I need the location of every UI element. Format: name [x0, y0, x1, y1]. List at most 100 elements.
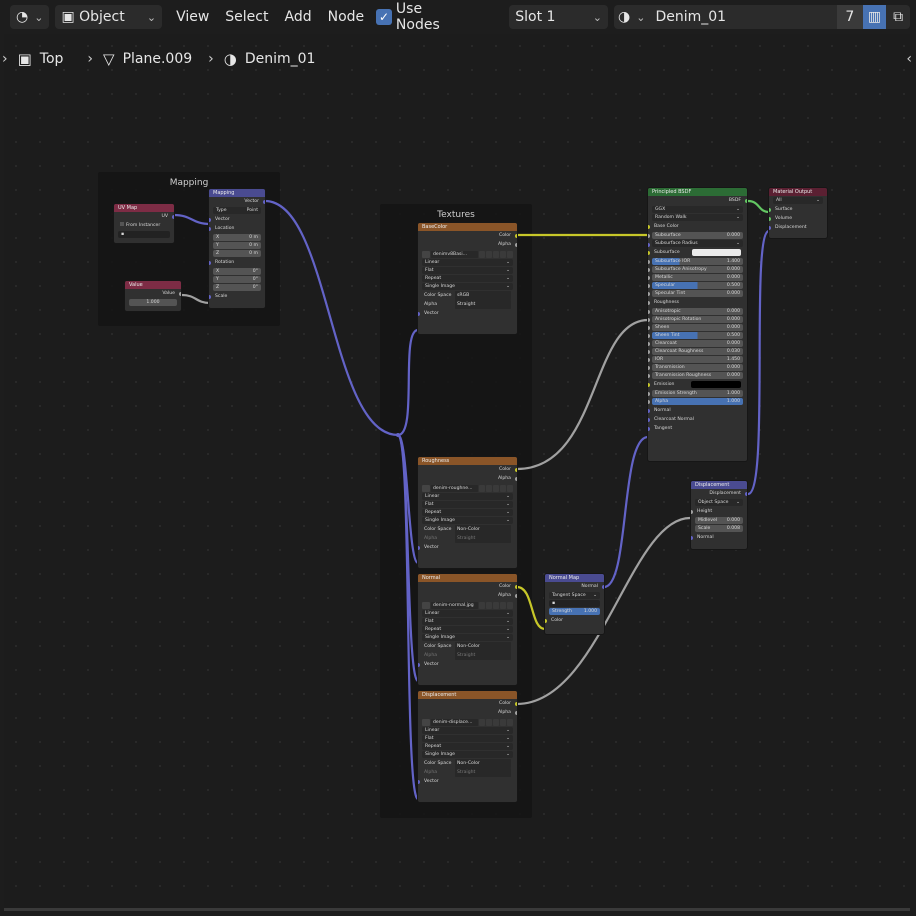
image-selector[interactable]: denim-displace... — [422, 718, 513, 726]
uv-map-field[interactable]: ▪ — [118, 231, 170, 238]
output-socket[interactable] — [515, 242, 517, 247]
projection-dropdown[interactable]: Flat ⌄ — [422, 501, 513, 508]
image-filename[interactable]: denim-normal.jpg — [431, 601, 478, 609]
image-browse-icon[interactable] — [422, 718, 430, 726]
output-socket[interactable] — [515, 467, 517, 472]
displacement-texture-node[interactable]: Displacement Color Alpha denim-displace.… — [417, 690, 518, 803]
alpha-mode-row[interactable]: Alpha Straight — [418, 768, 517, 777]
material-output-node[interactable]: Material Output All ⌄ Surface Volume Disp… — [768, 187, 828, 239]
target-dropdown[interactable]: All ⌄ — [773, 197, 823, 204]
input-socket[interactable] — [648, 233, 650, 238]
subsurface-method-dropdown[interactable]: Random Walk ⌄ — [652, 214, 743, 221]
output-socket[interactable] — [179, 291, 181, 296]
fake-user-icon[interactable] — [486, 250, 492, 258]
uv-map-field[interactable]: ▪ — [549, 600, 600, 607]
close-icon[interactable] — [507, 484, 513, 492]
value-field[interactable]: 1.000 — [129, 299, 177, 306]
midlevel-field[interactable]: Midlevel 0.000 — [695, 517, 743, 524]
image-filename[interactable]: denim-roughne... — [431, 484, 478, 492]
projection-dropdown[interactable]: Flat ⌄ — [422, 267, 513, 274]
input-socket[interactable] — [648, 275, 650, 280]
image-selector[interactable]: denimv8Basi... — [422, 250, 513, 258]
colorspace-value[interactable]: Non-Color — [455, 759, 511, 768]
alpha-mode-value[interactable]: Straight — [455, 651, 511, 660]
colorspace-value[interactable]: Non-Color — [455, 642, 511, 651]
principled-bsdf-node[interactable]: Principled BSDF BSDF GGX ⌄ Random Walk ⌄ B… — [647, 187, 748, 462]
alpha-mode-row[interactable]: Alpha Straight — [418, 651, 517, 660]
output-socket[interactable] — [263, 199, 265, 204]
space-dropdown[interactable]: Object Space ⌄ — [695, 499, 743, 506]
bsdf-input-4[interactable]: Subsurface IOR 1.400 — [648, 258, 743, 265]
input-socket[interactable] — [648, 300, 650, 305]
input-socket[interactable] — [648, 357, 650, 362]
rotation-z[interactable]: Z 0° — [213, 284, 261, 291]
source-dropdown[interactable]: Single Image ⌄ — [422, 751, 513, 758]
checkbox-icon[interactable] — [120, 222, 124, 226]
colorspace-row[interactable]: Color Space Non-Color — [418, 525, 517, 534]
open-folder-icon[interactable] — [500, 484, 506, 492]
image-browse-icon[interactable] — [422, 601, 430, 609]
user-count-icon[interactable] — [479, 601, 485, 609]
colorspace-row[interactable]: Color Space sRGB — [418, 291, 517, 300]
displacement-node[interactable]: Displacement Displacement Object Space ⌄ … — [690, 480, 748, 550]
location-y[interactable]: Y 0 m — [213, 242, 261, 249]
bsdf-input-18[interactable]: Transmission Roughness 0.000 — [648, 372, 743, 379]
space-dropdown[interactable]: Tangent Space ⌄ — [549, 592, 600, 599]
mapping-type-dropdown[interactable]: Type Point — [213, 207, 261, 214]
uv-map-node[interactable]: UV Map UV From Instancer ▪ — [113, 203, 175, 244]
fake-user-icon[interactable] — [486, 601, 492, 609]
input-socket[interactable] — [648, 349, 650, 354]
input-socket[interactable] — [648, 291, 650, 296]
colorspace-value[interactable]: Non-Color — [455, 525, 511, 534]
close-icon[interactable] — [507, 250, 513, 258]
input-socket[interactable] — [648, 283, 650, 288]
colorspace-row[interactable]: Color Space Non-Color — [418, 759, 517, 768]
user-count-icon[interactable] — [479, 250, 485, 258]
rotation-y[interactable]: Y 0° — [213, 276, 261, 283]
output-socket[interactable] — [515, 593, 517, 598]
output-socket[interactable] — [172, 214, 174, 219]
output-socket[interactable] — [745, 198, 747, 203]
input-socket[interactable] — [648, 309, 650, 314]
bsdf-input-12[interactable]: Sheen 0.000 — [648, 324, 743, 331]
input-socket[interactable] — [545, 618, 547, 623]
open-folder-icon[interactable] — [500, 250, 506, 258]
projection-dropdown[interactable]: Flat ⌄ — [422, 735, 513, 742]
strength-field[interactable]: Strength 1.000 — [549, 608, 600, 615]
input-socket[interactable] — [648, 242, 650, 247]
input-socket[interactable] — [648, 408, 650, 413]
bsdf-input-10[interactable]: Anisotropic 0.000 — [648, 308, 743, 315]
source-dropdown[interactable]: Single Image ⌄ — [422, 517, 513, 524]
colorspace-row[interactable]: Color Space Non-Color — [418, 642, 517, 651]
input-socket[interactable] — [418, 311, 420, 316]
roughness-texture-node[interactable]: Roughness Color Alpha denim-roughne... L… — [417, 456, 518, 569]
input-socket[interactable] — [648, 267, 650, 272]
bsdf-input-1[interactable]: Subsurface 0.000 — [648, 232, 743, 239]
open-folder-icon[interactable] — [500, 718, 506, 726]
input-socket[interactable] — [648, 259, 650, 264]
output-socket[interactable] — [515, 476, 517, 481]
input-socket[interactable] — [209, 294, 211, 299]
input-socket[interactable] — [648, 325, 650, 330]
distribution-dropdown[interactable]: GGX ⌄ — [652, 206, 743, 213]
extension-dropdown[interactable]: Repeat ⌄ — [422, 275, 513, 282]
input-socket[interactable] — [769, 216, 771, 221]
rotation-x[interactable]: X 0° — [213, 268, 261, 275]
input-socket[interactable] — [648, 250, 650, 255]
image-filename[interactable]: denimv8Basi... — [431, 250, 478, 258]
scale-field[interactable]: Scale 0.008 — [695, 525, 743, 532]
alpha-mode-value[interactable]: Straight — [455, 300, 511, 309]
normal-map-node[interactable]: Normal Map Normal Tangent Space ⌄ ▪ Stren… — [544, 573, 605, 635]
bsdf-input-15[interactable]: Clearcoat Roughness 0.030 — [648, 348, 743, 355]
alpha-mode-row[interactable]: Alpha Straight — [418, 534, 517, 543]
bsdf-input-6[interactable]: Metallic 0.000 — [648, 274, 743, 281]
bsdf-input-21[interactable]: Alpha 1.000 — [648, 398, 743, 405]
color-swatch[interactable] — [692, 249, 741, 256]
color-swatch[interactable] — [691, 381, 741, 388]
interpolation-dropdown[interactable]: Linear ⌄ — [422, 259, 513, 266]
mapping-node[interactable]: Mapping Vector Type Point Vector Location… — [208, 188, 266, 309]
output-socket[interactable] — [602, 584, 604, 589]
user-count-icon[interactable] — [479, 718, 485, 726]
value-node[interactable]: Value Value 1.000 — [124, 280, 182, 312]
bsdf-input-3[interactable]: Subsurface Color — [648, 248, 747, 264]
